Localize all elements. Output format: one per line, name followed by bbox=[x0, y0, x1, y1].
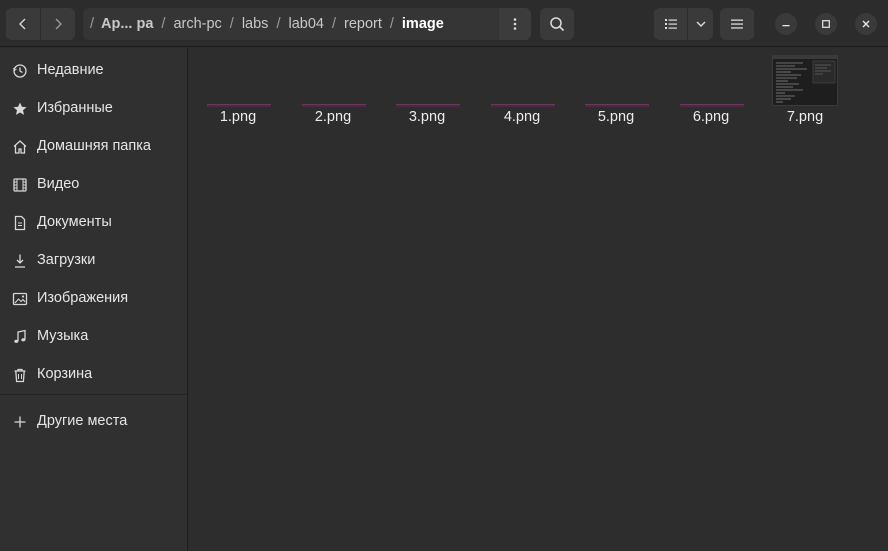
file-item[interactable]: 7.png bbox=[758, 48, 852, 138]
path-segment-label: lab04 bbox=[288, 16, 324, 32]
home-icon bbox=[11, 138, 29, 156]
sidebar-item-trash[interactable]: Корзина bbox=[0, 355, 187, 393]
path-separator: / bbox=[389, 16, 394, 32]
file-thumbnail bbox=[396, 104, 460, 107]
plus-icon bbox=[11, 413, 29, 431]
sidebar-item-pictures[interactable]: Изображения bbox=[0, 279, 187, 317]
header-bar: / Ар... ра / arch-pc / labs / lab04 / re… bbox=[0, 0, 888, 47]
file-name: 7.png bbox=[786, 109, 824, 125]
folder-menu-button[interactable] bbox=[499, 8, 531, 40]
path-separator: / bbox=[90, 16, 95, 32]
sidebar-item-label: Недавние bbox=[37, 62, 104, 78]
sidebar-item-label: Домашняя папка bbox=[37, 138, 151, 154]
path-segment-label: labs bbox=[241, 16, 269, 32]
maximize-button[interactable] bbox=[815, 13, 837, 35]
path-segment[interactable]: / labs bbox=[222, 8, 269, 40]
file-thumbnail bbox=[207, 104, 271, 107]
sidebar-item-music[interactable]: Музыка bbox=[0, 317, 187, 355]
chevron-right-icon bbox=[55, 18, 62, 30]
music-icon bbox=[11, 328, 29, 346]
path-bar: / Ар... ра / arch-pc / labs / lab04 / re… bbox=[83, 8, 531, 40]
sidebar-item-label: Документы bbox=[37, 214, 112, 230]
sidebar-item-label: Видео bbox=[37, 176, 80, 192]
sidebar-item-label: Загрузки bbox=[37, 252, 96, 268]
hamburger-icon bbox=[731, 19, 743, 29]
file-name: 5.png bbox=[597, 109, 635, 125]
forward-button[interactable] bbox=[40, 8, 75, 40]
star-icon bbox=[11, 100, 29, 118]
trash-icon bbox=[11, 366, 29, 384]
file-item[interactable]: 2.png bbox=[286, 48, 380, 138]
list-view-icon bbox=[664, 19, 677, 29]
clock-icon bbox=[11, 62, 29, 80]
file-item[interactable]: 6.png bbox=[664, 48, 758, 138]
path-separator: / bbox=[276, 16, 281, 32]
path-separator: / bbox=[161, 16, 166, 32]
file-item[interactable]: 1.png bbox=[191, 48, 285, 138]
search-button[interactable] bbox=[540, 8, 574, 40]
download-icon bbox=[11, 252, 29, 270]
path-separator: / bbox=[331, 16, 336, 32]
file-thumbnail bbox=[772, 55, 838, 106]
path-segment-current[interactable]: / image bbox=[382, 8, 444, 40]
path-segment-label: image bbox=[401, 16, 444, 32]
file-item[interactable]: 5.png bbox=[569, 48, 663, 138]
file-thumbnail bbox=[302, 104, 366, 107]
minimize-icon bbox=[782, 25, 790, 27]
navigation-buttons bbox=[6, 8, 75, 40]
sidebar-item-label: Изображения bbox=[37, 290, 129, 306]
sidebar-item-videos[interactable]: Видео bbox=[0, 165, 187, 203]
file-item[interactable]: 3.png bbox=[380, 48, 474, 138]
path-segment-label: arch-pc bbox=[173, 16, 222, 32]
file-name: 3.png bbox=[408, 109, 446, 125]
path-segment[interactable]: / Ар... ра bbox=[83, 8, 153, 40]
sidebar-item-label: Музыка bbox=[37, 328, 89, 344]
chevron-down-icon bbox=[696, 21, 705, 27]
document-icon bbox=[11, 214, 29, 232]
minimize-button[interactable] bbox=[775, 13, 797, 35]
file-name: 4.png bbox=[503, 109, 541, 125]
path-segment-label: report bbox=[343, 16, 382, 32]
path-segment[interactable]: / arch-pc bbox=[153, 8, 221, 40]
sidebar-item-downloads[interactable]: Загрузки bbox=[0, 241, 187, 279]
close-icon bbox=[862, 20, 870, 28]
file-thumbnail bbox=[680, 104, 744, 107]
path-separator: / bbox=[229, 16, 234, 32]
file-item[interactable]: 4.png bbox=[475, 48, 569, 138]
film-icon bbox=[11, 176, 29, 194]
sidebar-item-label: Избранные bbox=[37, 100, 113, 116]
sidebar-item-starred[interactable]: Избранные bbox=[0, 89, 187, 127]
sidebar-divider bbox=[0, 394, 187, 395]
file-view[interactable]: 1.png 2.png 3.png 4.png 5.png 6.png 7.pn… bbox=[189, 48, 888, 551]
file-thumbnail bbox=[491, 104, 555, 107]
chevron-left-icon bbox=[19, 18, 26, 30]
path-segment[interactable]: / report bbox=[324, 8, 382, 40]
close-button[interactable] bbox=[855, 13, 877, 35]
file-name: 2.png bbox=[314, 109, 352, 125]
sidebar-item-label: Другие места bbox=[37, 413, 128, 429]
image-icon bbox=[11, 290, 29, 308]
sidebar-item-home[interactable]: Домашняя папка bbox=[0, 127, 187, 165]
sidebar-item-recent[interactable]: Недавние bbox=[0, 51, 187, 89]
path-segment-label: Ар... ра bbox=[101, 16, 154, 32]
file-thumbnail bbox=[585, 104, 649, 107]
list-view-button[interactable] bbox=[654, 8, 687, 40]
main-menu-button[interactable] bbox=[720, 8, 754, 40]
view-options-dropdown[interactable] bbox=[687, 8, 713, 40]
vertical-dots-icon bbox=[513, 18, 517, 30]
sidebar-item-label: Корзина bbox=[37, 366, 93, 382]
sidebar-item-documents[interactable]: Документы bbox=[0, 203, 187, 241]
path-segment[interactable]: / lab04 bbox=[268, 8, 324, 40]
maximize-icon bbox=[822, 20, 830, 28]
view-switcher bbox=[654, 8, 713, 40]
back-button[interactable] bbox=[6, 8, 40, 40]
sidebar-item-other-locations[interactable]: Другие места bbox=[0, 402, 187, 440]
sidebar: Недавние Избранные Домашняя папка Видео … bbox=[0, 48, 188, 551]
search-icon bbox=[550, 17, 565, 32]
file-name: 1.png bbox=[219, 109, 257, 125]
file-name: 6.png bbox=[692, 109, 730, 125]
